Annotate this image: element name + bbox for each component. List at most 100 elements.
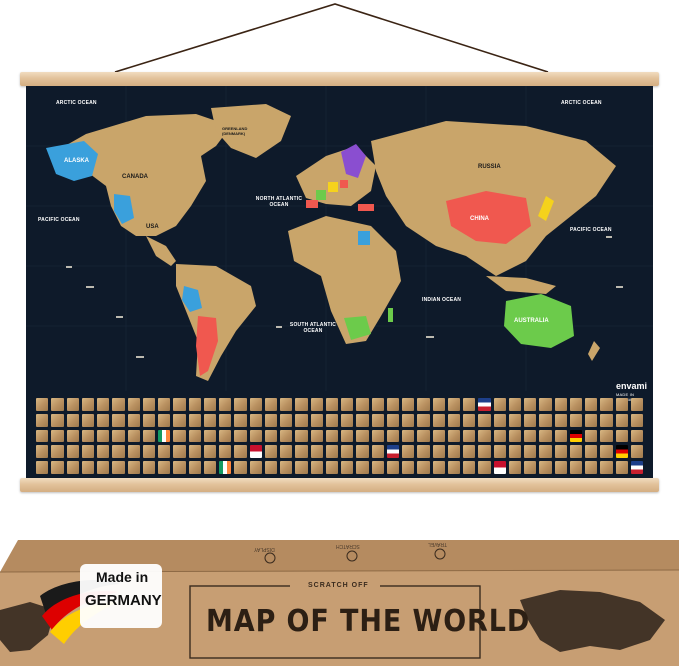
flag-tile	[280, 398, 293, 411]
flag-tile	[203, 461, 216, 474]
flag-tile	[97, 429, 110, 443]
flag-tile	[66, 413, 79, 427]
flag-tile	[112, 461, 125, 474]
country-label-alaska: ALASKA	[64, 158, 89, 164]
flag-tile	[585, 429, 598, 443]
made-in-badge-line2: GERMANY	[85, 592, 162, 609]
flag-tile	[81, 398, 94, 411]
flag-tile	[569, 445, 582, 459]
france-scratched	[316, 190, 326, 200]
flag-tile	[203, 429, 216, 443]
flag-tile	[447, 398, 460, 411]
flag-tile	[463, 445, 476, 459]
flag-tile	[81, 445, 94, 459]
flag-tile	[36, 461, 49, 474]
flag-tile	[600, 398, 613, 411]
flag-tile	[264, 413, 277, 427]
flag-tile	[173, 398, 186, 411]
flag-tile	[188, 461, 201, 474]
flag-tile	[585, 445, 598, 459]
flag-tile	[264, 429, 277, 443]
hanging-cord	[114, 3, 549, 73]
flag-tile	[371, 398, 384, 411]
flag-tile	[447, 429, 460, 443]
flag-tile	[554, 413, 567, 427]
flag-tile	[615, 413, 628, 427]
flag-tile	[630, 429, 643, 443]
country-label-usa: USA	[146, 224, 159, 230]
flag-tile	[478, 398, 491, 411]
flag-tile	[219, 398, 232, 411]
flag-tile	[539, 398, 552, 411]
flag-tile	[554, 445, 567, 459]
flag-tile	[630, 413, 643, 427]
scratch-map-poster: ARCTIC OCEAN ARCTIC OCEAN PACIFIC OCEAN …	[26, 86, 653, 478]
flag-tile	[386, 413, 399, 427]
flag-tile	[127, 398, 140, 411]
country-label-australia: AUSTRALIA	[514, 318, 549, 324]
flag-tile	[463, 429, 476, 443]
flag-tile	[310, 413, 323, 427]
flag-tile	[600, 461, 613, 474]
made-in-badge-line1: Made in	[96, 569, 149, 585]
flag-tile	[417, 461, 430, 474]
flag-tile	[295, 461, 308, 474]
flag-tile	[142, 413, 155, 427]
flag-tile	[371, 429, 384, 443]
flap-label-travel: TRAVEL	[428, 541, 448, 547]
flag-tile	[234, 461, 247, 474]
flag-tile	[51, 461, 64, 474]
country-label-china: CHINA	[470, 216, 489, 222]
flag-tile	[66, 461, 79, 474]
flag-tile	[569, 429, 582, 443]
flag-tile	[280, 461, 293, 474]
flag-tile	[508, 461, 521, 474]
flag-tile	[97, 445, 110, 459]
flag-tile	[264, 445, 277, 459]
country-label-greenland: GREENLAND (DENMARK)	[222, 126, 248, 136]
flag-tile	[569, 398, 582, 411]
flag-tile	[51, 429, 64, 443]
flag-tile	[173, 445, 186, 459]
flag-tile	[127, 445, 140, 459]
flag-tile	[630, 445, 643, 459]
flag-tile	[417, 445, 430, 459]
scratch-flags-grid	[36, 398, 643, 474]
flag-tile	[600, 445, 613, 459]
flag-tile	[158, 461, 171, 474]
flag-tile	[447, 445, 460, 459]
flag-tile	[97, 398, 110, 411]
arctic-ocean-label-right: ARCTIC OCEAN	[561, 100, 602, 106]
flag-tile	[142, 429, 155, 443]
flag-tile	[356, 398, 369, 411]
flag-tile	[463, 461, 476, 474]
flag-tile	[219, 461, 232, 474]
flag-tile	[447, 461, 460, 474]
flag-tile	[127, 461, 140, 474]
flag-tile	[447, 413, 460, 427]
flag-tile	[81, 429, 94, 443]
flag-tile	[493, 445, 506, 459]
egypt-scratched	[358, 231, 370, 245]
flag-tile	[554, 429, 567, 443]
flag-tile	[371, 445, 384, 459]
flag-tile	[600, 429, 613, 443]
flag-tile	[508, 429, 521, 443]
flag-tile	[478, 429, 491, 443]
flag-tile	[142, 445, 155, 459]
new-zealand-landmass	[588, 341, 600, 361]
flag-tile	[554, 398, 567, 411]
flag-tile	[325, 461, 338, 474]
flag-tile	[432, 429, 445, 443]
flag-tile	[249, 461, 262, 474]
flag-tile	[615, 398, 628, 411]
flag-tile	[386, 398, 399, 411]
flag-tile	[493, 461, 506, 474]
flag-tile	[569, 461, 582, 474]
flag-tile	[36, 413, 49, 427]
flag-tile	[112, 413, 125, 427]
flag-tile	[463, 398, 476, 411]
flag-tile	[417, 429, 430, 443]
flag-tile	[249, 398, 262, 411]
flag-tile	[508, 445, 521, 459]
